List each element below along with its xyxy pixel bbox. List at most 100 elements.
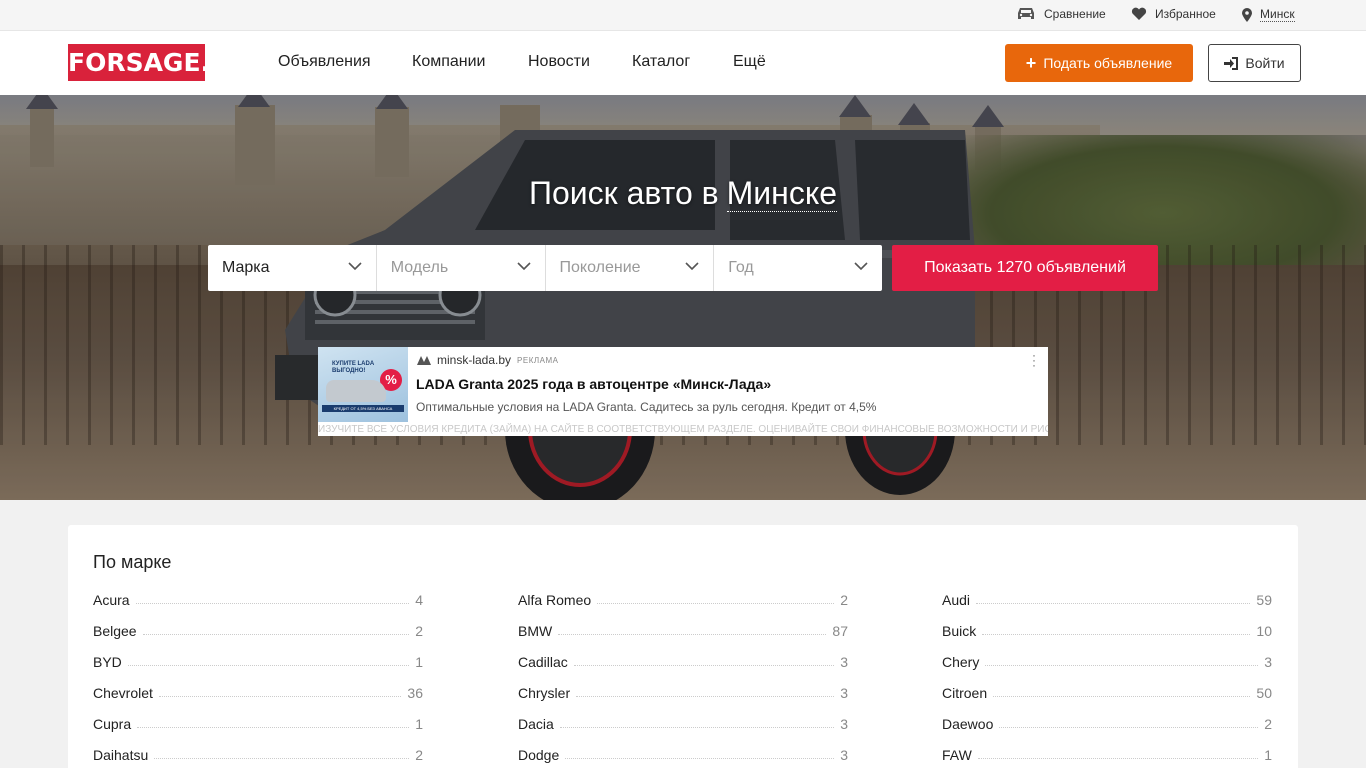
brand-count: 36 [407, 685, 423, 701]
model-select[interactable]: Модель [377, 245, 546, 291]
sign-in-icon [1224, 56, 1239, 70]
ad-menu-icon[interactable]: · · · [1032, 349, 1036, 371]
brand-link[interactable]: Cadillac 3 [518, 654, 848, 685]
post-ad-button[interactable]: + Подать объявление [1005, 44, 1193, 82]
brand-count: 3 [840, 685, 848, 701]
brand-count: 2 [1264, 716, 1272, 732]
ad-source[interactable]: minsk-lada.by РЕКЛАМА [417, 353, 558, 367]
brand-link[interactable]: Chevrolet 36 [93, 685, 423, 716]
year-select[interactable]: Год [714, 245, 882, 291]
brand-select[interactable]: Марка [208, 245, 377, 291]
brand-link[interactable]: Buick 10 [942, 623, 1272, 654]
city-selector[interactable]: Минск [1242, 7, 1295, 22]
dotted-leader [597, 592, 835, 604]
ad-tag: РЕКЛАМА [517, 355, 559, 365]
brand-link[interactable]: Audi 59 [942, 592, 1272, 623]
login-label: Войти [1245, 55, 1285, 71]
brands-heading: По марке [93, 552, 172, 572]
search-filters: Марка Модель Поколение Год [208, 245, 882, 291]
brand-link[interactable]: Cupra 1 [93, 716, 423, 747]
top-utility-bar: Сравнение Избранное Минск [0, 0, 1366, 31]
generation-select[interactable]: Поколение [546, 245, 715, 291]
dotted-leader [135, 592, 410, 604]
chevron-down-icon [516, 262, 531, 271]
show-results-button[interactable]: Показать 1270 объявлений [892, 245, 1158, 291]
nav-item-catalog[interactable]: Каталог [632, 53, 690, 71]
ad-car-image [326, 380, 386, 402]
dotted-leader [976, 592, 1251, 604]
dotted-leader [127, 654, 410, 666]
brands-column-3: Audi 59 Buick 10 Chery 3 Citroen 50 Daewoo 2 FAW 1 [942, 592, 1272, 768]
brand-link[interactable]: Citroen 50 [942, 685, 1272, 716]
dotted-leader [999, 716, 1259, 728]
brand-name: Belgee [93, 623, 137, 639]
brand-name: Audi [942, 592, 971, 608]
brand-count: 4 [415, 592, 423, 608]
brand-name: Daewoo [942, 716, 994, 732]
map-pin-icon [1242, 7, 1252, 22]
brand-select-value: Марка [222, 259, 270, 276]
brand-count: 3 [1264, 654, 1272, 670]
ad-thumbnail[interactable]: КУПИТЕ LADA ВЫГОДНО! % КРЕДИТ ОТ 4,5% БЕ… [318, 347, 408, 422]
dotted-leader [558, 623, 827, 635]
brand-count: 1 [415, 654, 423, 670]
brand-link[interactable]: Chrysler 3 [518, 685, 848, 716]
hero-banner: Поиск авто в Минске Марка Модель Поколени… [0, 95, 1366, 500]
ad-disclaimer: ИЗУЧИТЕ ВСЕ УСЛОВИЯ КРЕДИТА (ЗАЙМА) НА С… [318, 423, 1048, 436]
ad-description: Оптимальные условия на LADA Granta. Сади… [416, 400, 877, 414]
brand-name: Buick [942, 623, 977, 639]
brand-name: Alfa Romeo [518, 592, 592, 608]
ad-source-logo-icon [417, 355, 431, 365]
nav-item-news[interactable]: Новости [528, 53, 590, 71]
brand-count: 1 [1264, 747, 1272, 763]
nav-item-ads[interactable]: Объявления [278, 53, 371, 71]
dotted-leader [137, 716, 410, 728]
brand-link[interactable]: BYD 1 [93, 654, 423, 685]
car-compare-icon [1018, 8, 1034, 19]
brand-link[interactable]: Acura 4 [93, 592, 423, 623]
hero-title-city[interactable]: Минске [726, 175, 837, 212]
brand-count: 2 [415, 747, 423, 763]
ad-thumb-strip: КРЕДИТ ОТ 4,5% БЕЗ АВАНСА [322, 405, 404, 412]
generation-select-value: Поколение [559, 259, 641, 276]
dotted-leader [142, 623, 410, 635]
post-ad-label: Подать объявление [1043, 55, 1173, 71]
favorites-label: Избранное [1155, 7, 1216, 21]
login-button[interactable]: Войти [1208, 44, 1301, 82]
brand-link[interactable]: Chery 3 [942, 654, 1272, 685]
brand-count: 59 [1256, 592, 1272, 608]
nav-item-companies[interactable]: Компании [412, 53, 486, 71]
brand-name: Cadillac [518, 654, 568, 670]
brand-name: Citroen [942, 685, 988, 701]
brand-link[interactable]: Alfa Romeo 2 [518, 592, 848, 623]
brand-link[interactable]: Daewoo 2 [942, 716, 1272, 747]
brand-link[interactable]: BMW 87 [518, 623, 848, 654]
compare-label: Сравнение [1044, 7, 1106, 21]
brand-name: Chrysler [518, 685, 571, 701]
dotted-leader [154, 747, 410, 759]
ad-banner[interactable]: КУПИТЕ LADA ВЫГОДНО! % КРЕДИТ ОТ 4,5% БЕ… [318, 347, 1048, 436]
brand-link[interactable]: FAW 1 [942, 747, 1272, 768]
brand-count: 3 [840, 716, 848, 732]
brand-link[interactable]: Daihatsu 2 [93, 747, 423, 768]
brands-column-1: Acura 4 Belgee 2 BYD 1 Chevrolet 36 Cupra 1 Daihat… [93, 592, 423, 768]
favorites-link[interactable]: Избранное [1131, 7, 1216, 21]
ad-source-domain: minsk-lada.by [437, 353, 512, 367]
hero-title-prefix: Поиск авто в [529, 175, 719, 211]
brand-count: 3 [840, 747, 848, 763]
brand-name: BYD [93, 654, 122, 670]
site-logo[interactable]: FORSAGE.BY [68, 44, 246, 81]
brand-name: Acura [93, 592, 130, 608]
dotted-leader [985, 654, 1259, 666]
brand-link[interactable]: Belgee 2 [93, 623, 423, 654]
ad-title[interactable]: LADA Granta 2025 года в автоцентре «Минс… [416, 376, 771, 392]
dotted-leader [565, 747, 835, 759]
compare-link[interactable]: Сравнение [1016, 7, 1106, 21]
year-select-value: Год [728, 259, 754, 276]
brand-name: Chery [942, 654, 980, 670]
nav-item-more[interactable]: Ещё [733, 53, 766, 71]
brand-link[interactable]: Dodge 3 [518, 747, 848, 768]
chevron-down-icon [685, 262, 699, 271]
main-header: FORSAGE.BY Объявления Компании Новости К… [0, 31, 1366, 95]
brand-link[interactable]: Dacia 3 [518, 716, 848, 747]
